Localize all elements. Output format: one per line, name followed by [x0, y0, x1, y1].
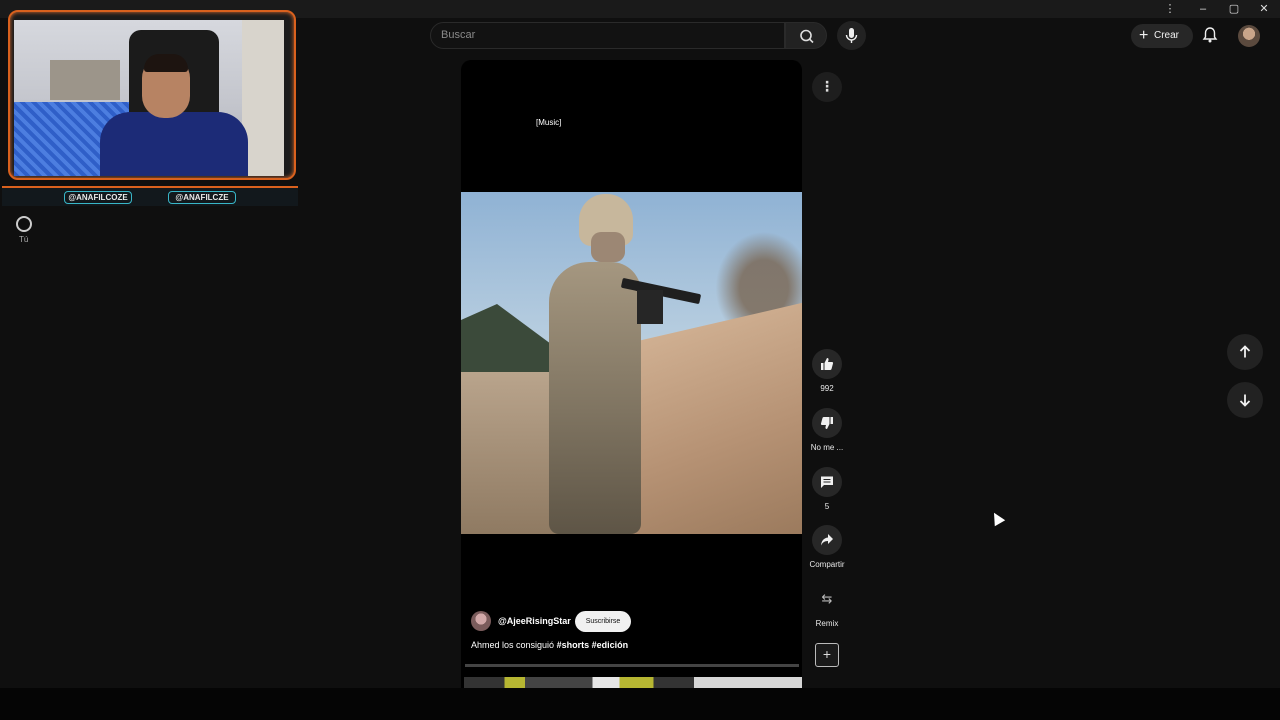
maximize-button[interactable]: ▢: [1227, 2, 1241, 16]
description-hashtags[interactable]: #shorts #edición: [557, 640, 629, 650]
sidebar-you-label[interactable]: Tú: [19, 235, 28, 244]
video-caption: [Music]: [536, 118, 562, 127]
mic-icon: [845, 28, 858, 43]
shorts-player[interactable]: [Music] @AjeeRisingStar Suscribirse Ahme…: [461, 60, 802, 688]
remix-label: Remix: [815, 619, 839, 628]
voice-search-button[interactable]: [837, 21, 866, 50]
share-icon: [821, 534, 833, 546]
share-label: Compartir: [809, 560, 845, 569]
comment-icon: [821, 476, 833, 488]
comments-button[interactable]: 5: [806, 467, 848, 511]
create-label: Crear: [1154, 30, 1180, 41]
remix-icon: ⇆: [821, 591, 833, 606]
remix-button[interactable]: ⇆ Remix: [806, 584, 848, 628]
you-icon[interactable]: [16, 216, 32, 232]
share-button[interactable]: Compartir: [806, 525, 848, 569]
account-avatar[interactable]: [1238, 25, 1260, 47]
taskbar-strip: [0, 688, 1280, 720]
more-options-icon[interactable]: ⋮: [1163, 2, 1177, 16]
streamer-handle-right: @ANAFILCZE: [168, 191, 236, 204]
thumb-down-icon: [820, 417, 833, 429]
webcam-banner: @ANAFILCOZE @ANAFILCZE: [2, 186, 298, 206]
close-button[interactable]: ✕: [1257, 2, 1271, 16]
search-icon: [800, 29, 814, 44]
streamer-handle-left: @ANAFILCOZE: [64, 191, 132, 204]
plus-icon: +: [1139, 27, 1149, 44]
minimize-button[interactable]: –: [1196, 2, 1210, 16]
video-frame: [461, 192, 802, 534]
description-text: Ahmed los consiguió: [471, 640, 555, 650]
create-button[interactable]: + Crear: [1131, 24, 1193, 48]
next-short-preview: [464, 677, 802, 688]
dislike-button[interactable]: No me ...: [806, 408, 848, 452]
like-button[interactable]: 992: [806, 349, 848, 393]
like-count: 992: [820, 384, 834, 393]
search-button[interactable]: [785, 22, 827, 49]
mouse-cursor: [988, 509, 1006, 527]
arrow-up-icon: [1239, 345, 1251, 358]
channel-avatar[interactable]: [471, 611, 491, 631]
previous-short-button[interactable]: [1227, 334, 1263, 370]
webcam-overlay: @ANAFILCOZE @ANAFILCZE: [2, 2, 298, 206]
comment-count: 5: [824, 502, 830, 511]
next-short-button[interactable]: [1227, 382, 1263, 418]
video-description[interactable]: Ahmed los consiguió #shorts #edición: [471, 640, 628, 650]
channel-name[interactable]: @AjeeRisingStar: [498, 616, 571, 626]
webcam-video: [14, 20, 284, 176]
bell-icon[interactable]: [1201, 26, 1219, 44]
progress-bar[interactable]: [465, 664, 799, 667]
subscribe-button[interactable]: Suscribirse: [575, 611, 631, 632]
channel-row: @AjeeRisingStar Suscribirse: [471, 611, 801, 633]
arrow-down-icon: [1239, 394, 1251, 407]
sound-thumbnail-button[interactable]: +: [815, 643, 839, 667]
thumb-up-icon: [821, 358, 834, 370]
search-input[interactable]: Buscar: [430, 22, 785, 49]
dislike-label: No me ...: [810, 443, 844, 452]
more-vert-icon[interactable]: ⋮: [812, 72, 842, 102]
